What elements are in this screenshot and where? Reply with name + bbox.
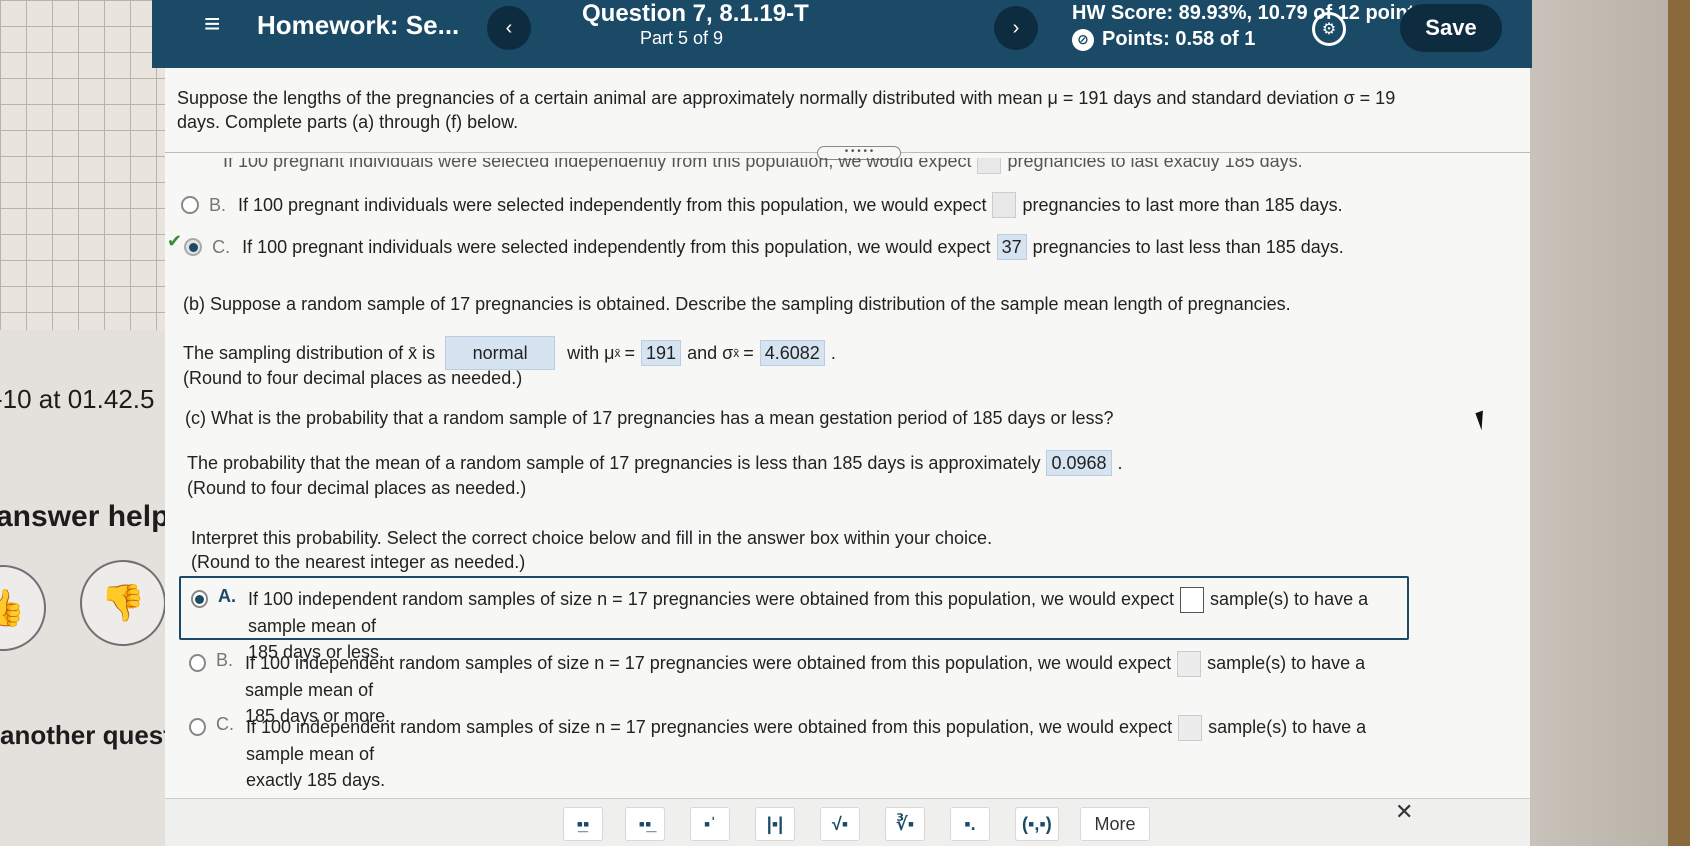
choice-c-line1: If 100 independent random samples of siz… (246, 717, 1173, 737)
choice-c-radio[interactable] (189, 718, 206, 736)
choice-c-letter: C. (216, 714, 234, 734)
part-c-interpret: Interpret this probability. Select the c… (191, 528, 993, 548)
part-b-question: (b) Suppose a random sample of 17 pregna… (183, 294, 1291, 314)
question-intro: Suppose the lengths of the pregnancies o… (177, 88, 1396, 132)
part-b-with-mu: with μ (567, 342, 615, 363)
part-a-option-c-end: pregnancies to last less than 185 days. (1032, 236, 1344, 257)
question-content: Suppose the lengths of the pregnancies o… (165, 68, 1530, 798)
choice-b-answer-input[interactable] (1177, 651, 1202, 678)
part-a-radio-b[interactable] (181, 196, 199, 214)
homework-title[interactable]: Homework: Se... (257, 10, 459, 41)
subscript-icon[interactable]: ▪. (950, 807, 990, 841)
fraction-icon[interactable]: ▪̲▪ (563, 807, 603, 841)
mixed-number-icon[interactable]: ▪▪̲ (625, 807, 665, 841)
part-b-sentence-start: The sampling distribution of x̄ is (183, 342, 436, 363)
hamburger-menu-icon[interactable]: ≡ (204, 8, 220, 40)
sqrt-icon[interactable]: √▪ (820, 807, 860, 841)
probability-answer-box[interactable]: 0.0968 (1046, 450, 1112, 476)
part-c-question: (c) What is the probability that a rando… (185, 408, 1114, 428)
right-background (1530, 0, 1690, 846)
part-a-option-b[interactable]: B. If 100 pregnant individuals were sele… (181, 192, 1343, 218)
choice-c-answer-input[interactable] (1178, 715, 1203, 742)
thumbs-down-icon[interactable]: 👎 (80, 560, 165, 646)
choice-a-answer-input[interactable] (1180, 587, 1205, 614)
option-letter: C. (212, 236, 231, 257)
part-b-round-note: (Round to four decimal places as needed.… (183, 368, 523, 388)
math-toolbar: ▪̲▪ ▪▪̲ ▪ˈ |▪| √▪ ∛▪ ▪. (▪,▪) More ✕ (165, 798, 1530, 846)
question-part: Part 5 of 9 (640, 28, 724, 48)
part-a-option-c[interactable]: ✔ C. If 100 pregnant individuals were se… (167, 231, 1344, 260)
side-answer-help: answer help (0, 500, 165, 533)
choice-c-text: If 100 independent random samples of siz… (246, 714, 1409, 793)
absolute-value-icon[interactable]: |▪| (755, 807, 795, 841)
option-letter: B. (209, 194, 227, 215)
part-a-radio-c[interactable] (184, 238, 203, 256)
side-timestamp: -10 at 01.42.5 (0, 384, 155, 414)
part-a-option-b-text: If 100 pregnant individuals were selecte… (238, 194, 987, 215)
save-button[interactable]: Save (1400, 4, 1502, 52)
distribution-dropdown[interactable]: normal (445, 336, 556, 370)
mu-answer-box[interactable]: 191 (641, 340, 682, 366)
settings-gear-icon[interactable]: ⚙ (1312, 12, 1346, 46)
exponent-icon[interactable]: ▪ˈ (690, 807, 730, 841)
hw-score: HW Score: 89.93%, 10.79 of 12 points (1072, 2, 1426, 24)
part-a-option-c-answer[interactable]: 37 (996, 234, 1027, 260)
choice-b-letter: B. (216, 650, 234, 670)
previous-question-button[interactable]: ‹ (487, 6, 531, 50)
more-tools-button[interactable]: More (1080, 807, 1150, 841)
notebook-paper (0, 0, 165, 330)
choice-c-inner: C. If 100 independent random samples of … (189, 714, 1409, 793)
choice-b[interactable]: B. If 100 independent random samples of … (179, 642, 1409, 726)
choice-a-letter: A. (217, 586, 236, 606)
choice-a-radio[interactable] (191, 590, 208, 608)
choice-a-line1: If 100 independent random samples of siz… (247, 589, 1175, 609)
close-toolbar-icon[interactable]: ✕ (1395, 799, 1413, 825)
part-b-answer-row: The sampling distribution of x̄ is norma… (183, 336, 836, 370)
choice-c[interactable]: C. If 100 independent random samples of … (179, 706, 1409, 790)
side-another-question[interactable]: another questio (0, 720, 165, 751)
part-b-and-sigma: and σ (687, 342, 734, 363)
part-c-prob-row: The probability that the mean of a rando… (187, 450, 1123, 476)
top-header-bar: ≡ Homework: Se... ‹ Question 7, 8.1.19-T… (152, 0, 1532, 68)
resize-handle[interactable]: • • • • • (817, 146, 901, 160)
part-a-option-c-text: If 100 pregnant individuals were selecte… (242, 236, 991, 257)
part-c-round-note2: (Round to the nearest integer as needed.… (191, 552, 526, 572)
part-a-option-a-end: pregnancies to last exactly 185 days. (1007, 150, 1303, 171)
choice-a[interactable]: A. If 100 independent random samples of … (179, 576, 1409, 662)
choice-b-radio[interactable] (189, 654, 206, 672)
question-title: Question 7, 8.1.19-T (582, 0, 809, 27)
choice-c-line2: exactly 185 days. (246, 770, 386, 791)
next-question-button[interactable]: › (994, 6, 1038, 50)
correct-checkmark-icon: ✔ (167, 230, 183, 251)
part-a-option-b-end: pregnancies to last more than 185 days. (1022, 194, 1343, 215)
sigma-answer-box[interactable]: 4.6082 (759, 340, 825, 366)
part-c-round-note: (Round to four decimal places as needed.… (187, 478, 527, 498)
partial-credit-icon: ⊘ (1072, 28, 1094, 51)
monitor-edge (1668, 0, 1690, 846)
points-row: ⊘ Points: 0.58 of 1 (1072, 28, 1255, 51)
part-c-prob-sentence: The probability that the mean of a rando… (187, 452, 1041, 473)
points-text: Points: 0.58 of 1 (1102, 28, 1256, 50)
nth-root-icon[interactable]: ∛▪ (885, 807, 925, 841)
part-a-option-b-answer[interactable] (992, 192, 1017, 218)
left-background-panel: -10 at 01.42.5 answer help 👍 👎 another q… (0, 0, 165, 846)
choice-b-line1: If 100 independent random samples of siz… (245, 653, 1172, 673)
ordered-pair-icon[interactable]: (▪,▪) (1015, 807, 1059, 841)
